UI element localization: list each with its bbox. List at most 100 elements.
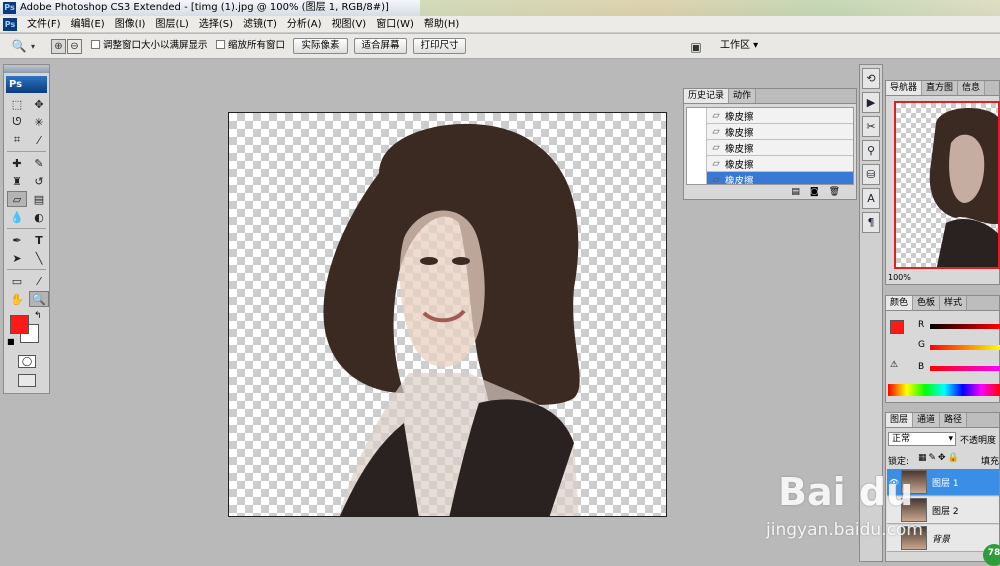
toolbox-logo: Ps xyxy=(6,76,47,93)
tab-color[interactable]: 颜色 xyxy=(886,296,914,310)
layer-row[interactable]: 背景 xyxy=(887,525,999,552)
layer-thumbnail xyxy=(901,498,927,522)
actual-pixels-button[interactable]: 实际像素 xyxy=(293,38,348,54)
marquee-tool-icon[interactable]: ⬚ xyxy=(7,96,27,112)
layer-row[interactable]: 图层 2 xyxy=(887,497,999,524)
type-tool-icon[interactable]: T xyxy=(29,232,49,248)
zoom-in-icon[interactable]: ⊕ xyxy=(51,39,66,54)
tab-info[interactable]: 信息 xyxy=(958,81,986,95)
clone-stamp-tool-icon[interactable]: ♜ xyxy=(7,173,27,189)
zoom-out-icon[interactable]: ⊖ xyxy=(67,39,82,54)
lock-icons[interactable]: ▦✎✥🔒 xyxy=(918,453,961,463)
clone-source-dock-icon[interactable]: ⛁ xyxy=(862,164,880,185)
tab-styles[interactable]: 样式 xyxy=(940,296,968,310)
menu-filter[interactable]: 滤镜(T) xyxy=(238,16,282,32)
history-item[interactable]: ▱ 橡皮擦 xyxy=(687,155,853,172)
history-item[interactable]: ▱ 橡皮擦 xyxy=(687,123,853,140)
tab-layers[interactable]: 图层 xyxy=(886,413,914,427)
actions-dock-icon[interactable]: ▶ xyxy=(862,92,880,113)
print-size-button[interactable]: 打印尺寸 xyxy=(413,38,466,54)
channel-r-label: R xyxy=(918,320,925,330)
toolbox-header[interactable] xyxy=(4,65,49,73)
tab-swatches[interactable]: 色板 xyxy=(913,296,941,310)
menu-window[interactable]: 窗口(W) xyxy=(371,16,419,32)
layer-thumbnail xyxy=(901,470,927,494)
menu-edit[interactable]: 编辑(E) xyxy=(66,16,110,32)
tool-presets-dock-icon[interactable]: ✂ xyxy=(862,116,880,137)
layer-row-selected[interactable]: 👁 图层 1 xyxy=(887,469,999,496)
character-dock-icon[interactable]: A xyxy=(862,188,880,209)
menu-image[interactable]: 图像(I) xyxy=(110,16,151,32)
fit-screen-button[interactable]: 适合屏幕 xyxy=(354,38,407,54)
crop-tool-icon[interactable]: ⌗ xyxy=(7,132,27,148)
zoom-all-option[interactable]: 缩放所有窗口 xyxy=(216,39,285,54)
zoom-tool-icon[interactable]: 🔍 xyxy=(12,39,27,53)
healing-brush-tool-icon[interactable]: ✚ xyxy=(7,155,27,171)
navigator-preview[interactable] xyxy=(894,101,1000,269)
blend-mode-select[interactable]: 正常 ▾ xyxy=(888,432,956,446)
channel-b-label: B xyxy=(918,362,925,372)
channel-g-slider[interactable] xyxy=(930,345,1000,350)
gradient-tool-icon[interactable]: ▤ xyxy=(29,191,49,207)
gamut-warning-icon[interactable]: ⚠ xyxy=(890,360,898,370)
foreground-color-swatch[interactable] xyxy=(10,315,29,334)
tool-preset-dropdown-icon[interactable]: ▾ xyxy=(29,40,37,52)
menu-help[interactable]: 帮助(H) xyxy=(419,16,464,32)
magic-wand-tool-icon[interactable]: ✳ xyxy=(29,114,49,130)
tab-actions[interactable]: 动作 xyxy=(729,89,757,103)
history-item[interactable]: ▱ 橡皮擦 xyxy=(687,108,853,124)
menu-view[interactable]: 视图(V) xyxy=(327,16,372,32)
eyedropper-tool-icon[interactable]: ⁄ xyxy=(29,132,49,148)
menu-file[interactable]: 文件(F) xyxy=(22,16,66,32)
paragraph-dock-icon[interactable]: ¶ xyxy=(862,212,880,233)
lasso-tool-icon[interactable]: ᘎ xyxy=(7,114,27,130)
menu-layer[interactable]: 图层(L) xyxy=(150,16,193,32)
resize-windows-option[interactable]: 调整窗口大小以满屏显示 xyxy=(91,39,208,54)
history-dock-icon[interactable]: ⟲ xyxy=(862,68,880,89)
notes-tool-icon[interactable]: ▭ xyxy=(7,273,27,289)
history-footer-icons[interactable]: ▤◙🗑 xyxy=(791,187,850,197)
brush-tool-icon[interactable]: ✎ xyxy=(29,155,49,171)
tab-channels[interactable]: 通道 xyxy=(913,413,941,427)
taskbar-strip xyxy=(420,0,1000,16)
document-canvas[interactable] xyxy=(228,112,667,517)
layer-visibility-icon[interactable]: 👁 xyxy=(887,478,901,487)
history-brush-tool-icon[interactable]: ↺ xyxy=(29,173,49,189)
menu-analysis[interactable]: 分析(A) xyxy=(282,16,327,32)
eraser-tool-icon[interactable]: ▱ xyxy=(7,191,27,207)
history-item[interactable]: ▱ 橡皮擦 xyxy=(687,139,853,156)
lock-label: 锁定: xyxy=(888,457,910,467)
zoom-all-checkbox[interactable] xyxy=(216,40,225,49)
history-item-active[interactable]: ▱ 橡皮擦 xyxy=(687,171,853,184)
tab-histogram[interactable]: 直方图 xyxy=(922,81,959,95)
color-sampler-tool-icon[interactable]: ⁄ xyxy=(29,273,49,289)
line-tool-icon[interactable]: ╲ xyxy=(29,250,49,266)
channel-b-slider[interactable] xyxy=(930,366,1000,371)
options-bar: 🔍 ▾ ⊕ ⊖ 调整窗口大小以满屏显示 缩放所有窗口 实际像素 适合屏幕 打印尺… xyxy=(0,34,1000,59)
screen-mode-icon[interactable] xyxy=(18,374,36,387)
workspace-menu[interactable]: 工作区 ▾ xyxy=(720,39,758,54)
color-panel: 颜色 色板 样式 R G ⚠ B xyxy=(885,295,1000,403)
palette-well-icon[interactable]: ▣ xyxy=(686,39,706,54)
navigator-zoom-value[interactable]: 100% xyxy=(888,273,911,282)
zoom-tool-icon-box[interactable]: 🔍 xyxy=(29,291,49,307)
dodge-tool-icon[interactable]: ◐ xyxy=(29,209,49,225)
resize-windows-checkbox[interactable] xyxy=(91,40,100,49)
swap-colors-icon[interactable]: ↰ xyxy=(34,311,42,321)
hand-tool-icon[interactable]: ✋ xyxy=(7,291,27,307)
default-colors-icon[interactable]: ■ xyxy=(7,337,15,346)
blur-tool-icon[interactable]: 💧 xyxy=(7,209,27,225)
tab-paths[interactable]: 路径 xyxy=(940,413,968,427)
brushes-dock-icon[interactable]: ⚲ xyxy=(862,140,880,161)
corner-badge[interactable]: 78 xyxy=(983,544,1000,566)
quick-mask-icon[interactable]: ◯ xyxy=(18,355,36,368)
channel-r-slider[interactable] xyxy=(930,324,1000,329)
move-tool-icon[interactable]: ✥ xyxy=(29,96,49,112)
color-foreground-swatch[interactable] xyxy=(890,320,904,334)
tab-history[interactable]: 历史记录 xyxy=(684,89,730,103)
menu-select[interactable]: 选择(S) xyxy=(194,16,238,32)
color-spectrum-ramp[interactable] xyxy=(888,384,1000,396)
pen-tool-icon[interactable]: ✒ xyxy=(7,232,27,248)
path-selection-tool-icon[interactable]: ➤ xyxy=(7,250,27,266)
tab-navigator[interactable]: 导航器 xyxy=(886,81,923,95)
